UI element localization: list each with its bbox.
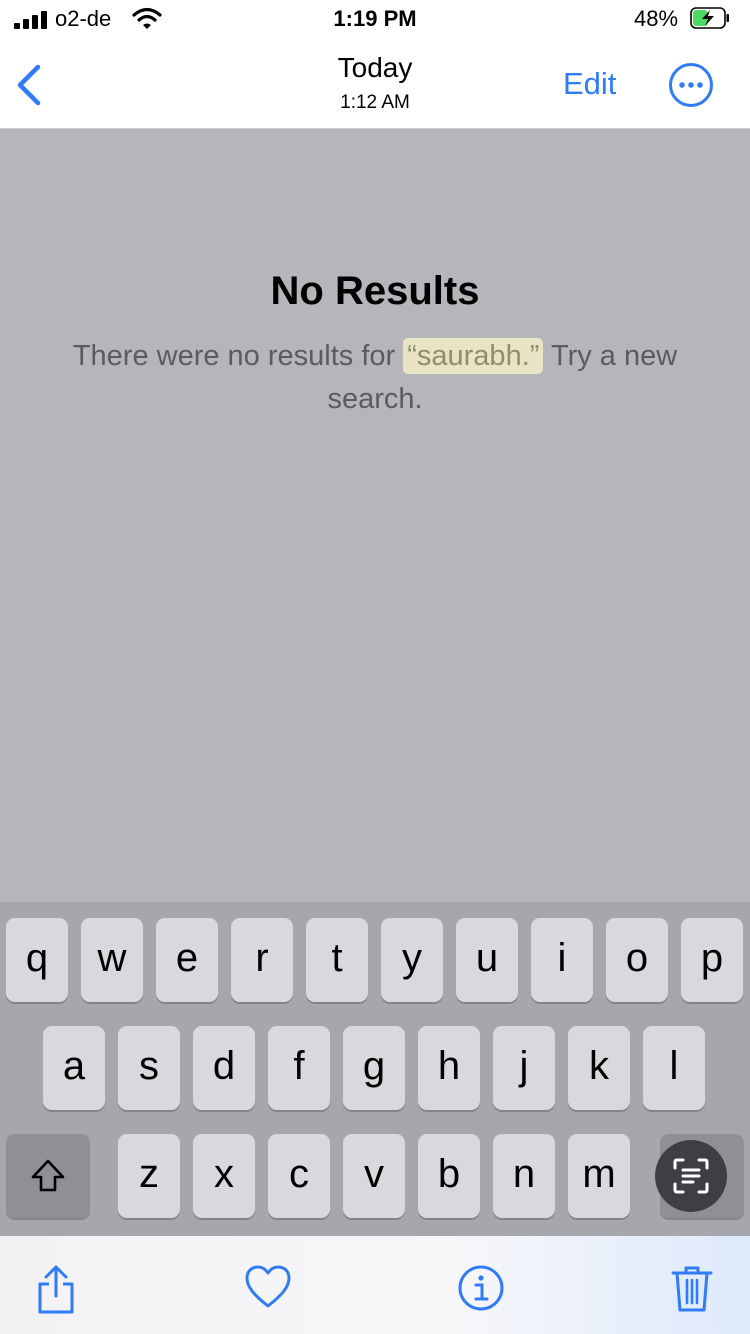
key-a[interactable]: a [43, 1026, 105, 1110]
share-icon[interactable] [34, 1264, 78, 1316]
key-h[interactable]: h [418, 1026, 480, 1110]
trash-icon[interactable] [670, 1264, 714, 1314]
key-r[interactable]: r [231, 918, 293, 1002]
key-x[interactable]: x [193, 1134, 255, 1218]
photo-toolbar [0, 1236, 750, 1334]
search-results-area: No Results There were no results for “sa… [0, 129, 750, 902]
info-icon[interactable] [457, 1264, 505, 1312]
key-g[interactable]: g [343, 1026, 405, 1110]
key-u[interactable]: u [456, 918, 518, 1002]
key-y[interactable]: y [381, 918, 443, 1002]
key-j[interactable]: j [493, 1026, 555, 1110]
key-s[interactable]: s [118, 1026, 180, 1110]
key-m[interactable]: m [568, 1134, 630, 1218]
key-i[interactable]: i [531, 918, 593, 1002]
live-text-scan-button[interactable] [655, 1140, 727, 1212]
no-results-title: No Results [270, 269, 480, 313]
nav-subtitle: 1:12 AM [340, 92, 410, 113]
heart-icon[interactable] [244, 1264, 292, 1310]
key-z[interactable]: z [118, 1134, 180, 1218]
key-d[interactable]: d [193, 1026, 255, 1110]
edit-button[interactable]: Edit [563, 66, 616, 102]
status-bar: o2-de 1:19 PM 48% [0, 0, 750, 40]
key-b[interactable]: b [418, 1134, 480, 1218]
battery-percent: 48% [634, 6, 679, 31]
text-scan-icon [673, 1158, 709, 1194]
ellipsis-circle-icon[interactable] [668, 62, 714, 108]
search-query-highlight: “saurabh.” [403, 338, 544, 374]
message-prefix: There were no results for [72, 340, 404, 372]
nav-title: Today [337, 52, 413, 83]
key-f[interactable]: f [268, 1026, 330, 1110]
key-w[interactable]: w [81, 918, 143, 1002]
key-p[interactable]: p [681, 918, 743, 1002]
key-v[interactable]: v [343, 1134, 405, 1218]
keyboard: q w e r t y u i o p a s d f g h j k l z … [0, 902, 750, 1236]
battery-charging-icon [690, 7, 729, 29]
navigation-bar: Today 1:12 AM Edit [0, 40, 750, 129]
key-n[interactable]: n [493, 1134, 555, 1218]
key-l[interactable]: l [643, 1026, 705, 1110]
key-q[interactable]: q [6, 918, 68, 1002]
key-e[interactable]: e [156, 918, 218, 1002]
key-c[interactable]: c [268, 1134, 330, 1218]
shift-icon [31, 1159, 65, 1192]
key-o[interactable]: o [606, 918, 668, 1002]
no-results-message: There were no results for “saurabh.” Try… [60, 335, 690, 421]
shift-key[interactable] [6, 1134, 90, 1218]
key-t[interactable]: t [306, 918, 368, 1002]
key-k[interactable]: k [568, 1026, 630, 1110]
